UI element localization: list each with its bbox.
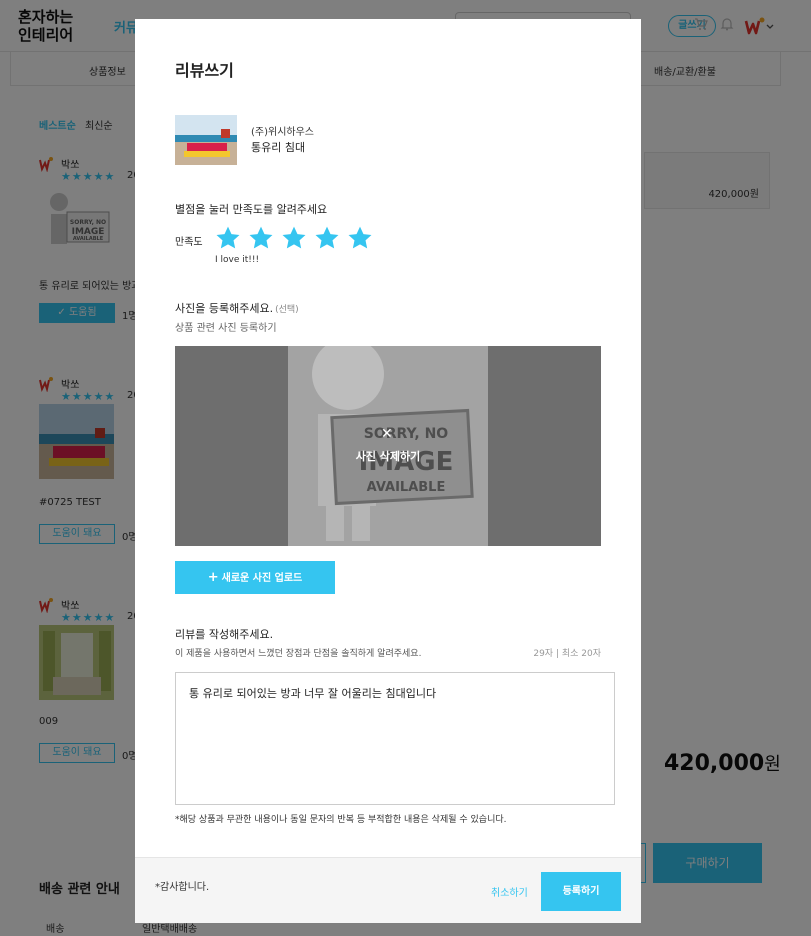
- no-image-placeholder: SORRY, NO IMAGE AVAILABLE: [288, 346, 488, 546]
- product-thumbnail: [175, 115, 237, 165]
- rating-star-4[interactable]: [314, 225, 340, 251]
- photo-optional-tag: (선택): [275, 305, 299, 315]
- write-review-modal: 리뷰쓰기 (주)위시하우스 통유리 침대 별점을 눌러 만족도를 알려주세요 만…: [135, 19, 641, 923]
- modal-footer: *감사합니다. 취소하기 등록하기: [135, 857, 641, 923]
- rating-star-3[interactable]: [281, 225, 307, 251]
- upload-photo-button[interactable]: + 새로운 사진 업로드: [175, 561, 335, 594]
- close-icon[interactable]: ✕: [381, 426, 393, 442]
- submit-review-button[interactable]: 등록하기: [541, 872, 621, 911]
- rating-label: 만족도: [175, 237, 203, 248]
- review-textarea[interactable]: 통 유리로 되어있는 방과 너무 잘 어울리는 침대입니다: [175, 672, 615, 805]
- photo-section-title: 사진을 등록해주세요. (선택): [175, 300, 299, 316]
- rating-comment: I love it!!!: [215, 255, 260, 265]
- svg-text:SORRY, NO: SORRY, NO: [364, 426, 449, 442]
- plus-icon: +: [207, 570, 219, 585]
- rating-stars: [215, 225, 375, 253]
- review-section-title: 리뷰를 작성해주세요.: [175, 628, 274, 641]
- upload-button-label: 새로운 사진 업로드: [221, 573, 303, 584]
- review-notice: *해당 상품과 무관한 내용이나 동일 문자의 반복 등 부적합한 내용은 삭제…: [175, 815, 507, 825]
- delete-photo-label[interactable]: 사진 삭제하기: [175, 448, 601, 464]
- product-brand: (주)위시하우스: [251, 127, 315, 138]
- rating-star-5[interactable]: [347, 225, 373, 251]
- rating-prompt: 별점을 눌러 만족도를 알려주세요: [175, 203, 328, 216]
- rating-star-2[interactable]: [248, 225, 274, 251]
- cancel-button[interactable]: 취소하기: [491, 884, 528, 899]
- uploaded-photo-preview[interactable]: SORRY, NO IMAGE AVAILABLE ✕ 사진 삭제하기: [175, 346, 601, 546]
- svg-text:AVAILABLE: AVAILABLE: [367, 480, 446, 495]
- photo-title-text: 사진을 등록해주세요.: [175, 302, 274, 315]
- product-name: 통유리 침대: [251, 141, 306, 154]
- photo-section-subtitle: 상품 관련 사진 등록하기: [175, 323, 277, 334]
- modal-title: 리뷰쓰기: [175, 61, 234, 80]
- rating-star-1[interactable]: [215, 225, 241, 251]
- character-count: 29자 | 최소 20자: [533, 649, 601, 659]
- review-section-subtitle: 이 제품을 사용하면서 느꼈던 장점과 단점을 솔직하게 알려주세요.: [175, 649, 422, 659]
- thanks-text: *감사합니다.: [155, 882, 210, 893]
